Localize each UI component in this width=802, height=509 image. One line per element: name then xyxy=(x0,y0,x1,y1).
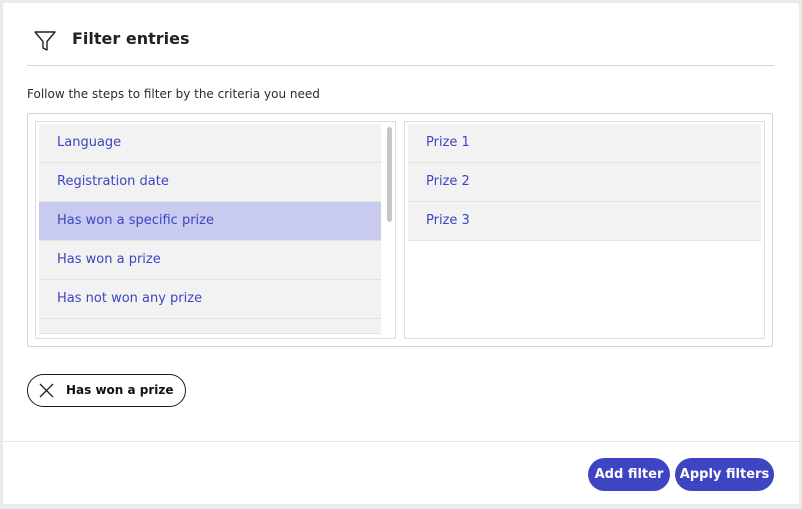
criteria-item-has-won-specific-prize[interactable]: Has won a specific prize xyxy=(39,202,381,241)
active-filter-chip[interactable]: Has won a prize xyxy=(27,374,186,407)
criteria-item-partial[interactable] xyxy=(39,319,381,334)
dialog-subtitle: Follow the steps to filter by the criter… xyxy=(27,87,320,101)
filter-dialog: Filter entries Follow the steps to filte… xyxy=(3,3,799,504)
criteria-list[interactable]: Language Registration date Has won a spe… xyxy=(35,121,396,339)
apply-filters-button[interactable]: Apply filters xyxy=(675,458,774,491)
criteria-scrollbar[interactable] xyxy=(387,127,392,222)
criteria-item-has-won-prize[interactable]: Has won a prize xyxy=(39,241,381,280)
criteria-item-language[interactable]: Language xyxy=(39,124,381,163)
option-item-prize-1[interactable]: Prize 1 xyxy=(408,124,761,163)
filter-icon xyxy=(34,31,56,51)
dialog-header: Filter entries xyxy=(27,23,774,66)
option-item-prize-2[interactable]: Prize 2 xyxy=(408,163,761,202)
filter-panel: Language Registration date Has won a spe… xyxy=(27,113,773,347)
criteria-item-registration-date[interactable]: Registration date xyxy=(39,163,381,202)
add-filter-button[interactable]: Add filter xyxy=(588,458,670,491)
dialog-footer: Add filter Apply filters xyxy=(3,441,799,505)
close-icon[interactable] xyxy=(39,383,54,398)
dialog-title: Filter entries xyxy=(72,29,190,48)
option-item-prize-3[interactable]: Prize 3 xyxy=(408,202,761,241)
active-filter-label: Has won a prize xyxy=(66,383,174,397)
options-list[interactable]: Prize 1 Prize 2 Prize 3 xyxy=(404,121,765,339)
criteria-item-has-not-won-any-prize[interactable]: Has not won any prize xyxy=(39,280,381,319)
